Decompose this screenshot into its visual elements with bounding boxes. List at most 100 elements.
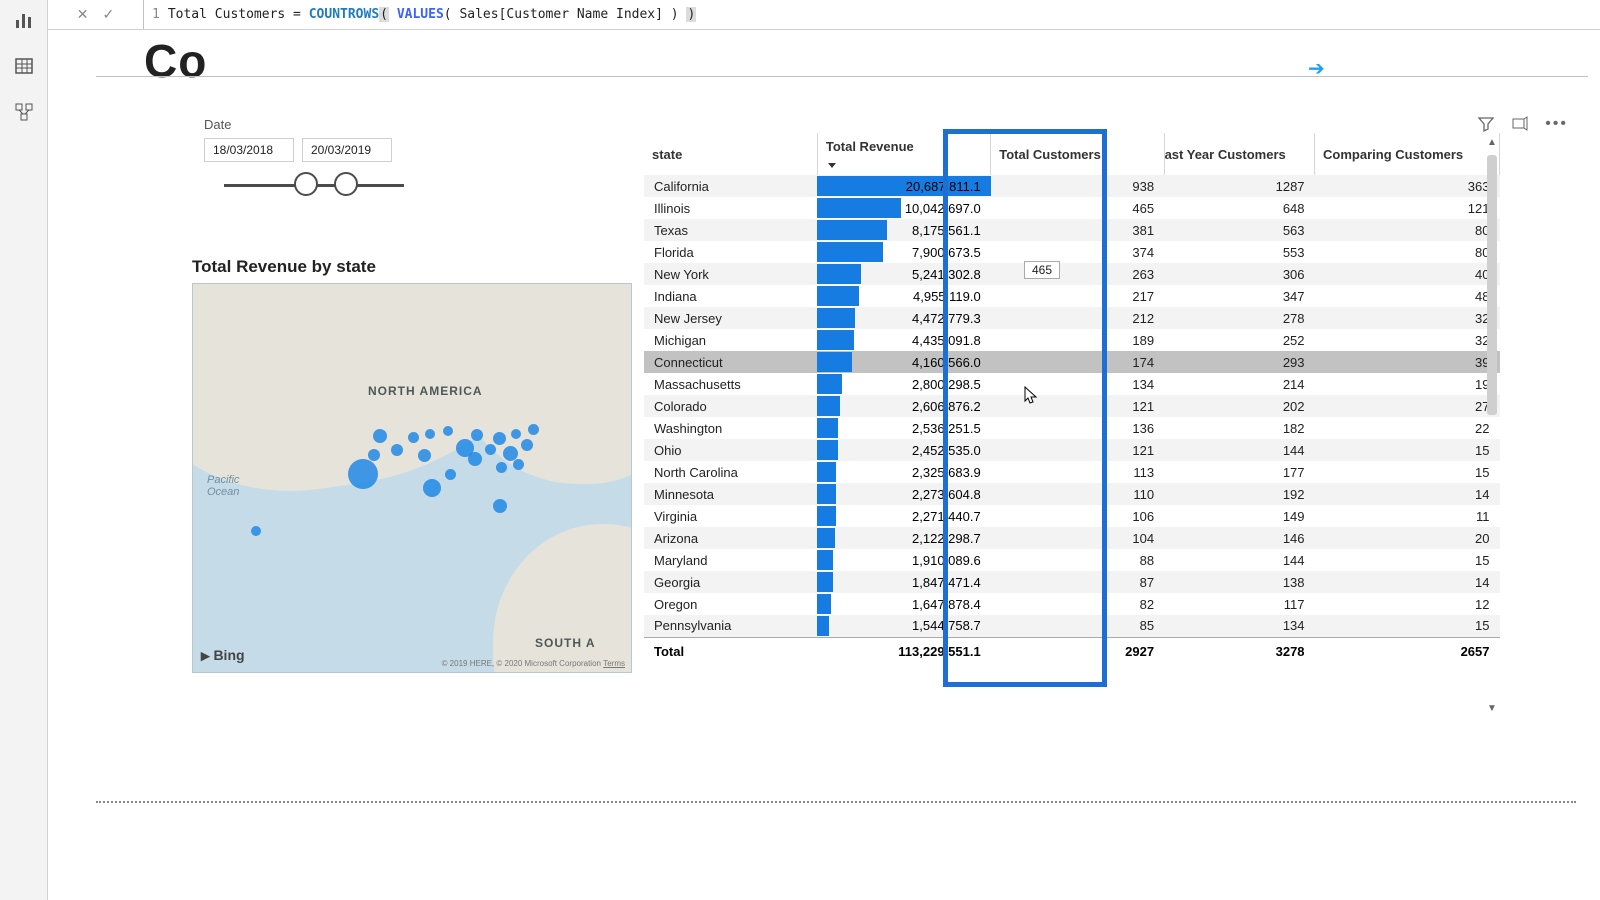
total-comparing: 2657 [1315,637,1500,665]
cell-revenue: 5,241,302.8 [817,263,990,285]
focus-mode-icon[interactable] [1511,115,1529,138]
cell-comparing: 363 [1315,175,1500,197]
col-header-last-year[interactable]: ast Year Customers [1164,133,1314,175]
date-to-input[interactable] [302,138,392,162]
table-row[interactable]: Colorado2,606,876.212120227 [644,395,1500,417]
cell-revenue: 2,800,298.5 [817,373,990,395]
cell-revenue: 1,647,878.4 [817,593,990,615]
table-row[interactable]: Georgia1,847,471.48713814 [644,571,1500,593]
cell-customers: 104 [991,527,1164,549]
cell-customers: 938 [991,175,1164,197]
cell-customers: 121 [991,439,1164,461]
cell-state: Connecticut [644,351,817,373]
cell-state: Maryland [644,549,817,571]
map-ocean-label: PacificOcean [207,474,239,498]
table-row[interactable]: California20,687,811.19381287363 [644,175,1500,197]
table-row[interactable]: Arizona2,122,298.710414620 [644,527,1500,549]
cell-revenue: 20,687,811.1 [817,175,990,197]
cell-customers: 212 [991,307,1164,329]
cell-last-year: 553 [1164,241,1314,263]
cell-comparing: 19 [1315,373,1500,395]
col-header-customers[interactable]: Total Customers [991,133,1164,175]
cell-comparing: 14 [1315,483,1500,505]
col-header-revenue[interactable]: Total Revenue [817,133,990,175]
data-view-icon[interactable] [10,52,38,80]
table-row[interactable]: Illinois10,042,697.0465648121 [644,197,1500,219]
table-row[interactable]: Indiana4,955,119.021734748 [644,285,1500,307]
page-divider [96,801,1576,803]
cell-state: Minnesota [644,483,817,505]
bing-logo: ▸ Bing [201,646,245,666]
scroll-down-icon[interactable]: ▼ [1486,703,1498,715]
table-row[interactable]: New Jersey4,472,779.321227832 [644,307,1500,329]
table-row[interactable]: North Carolina2,325,683.911317715 [644,461,1500,483]
slider-from-knob[interactable] [294,172,318,196]
col-header-state[interactable]: state [644,133,817,175]
cell-last-year: 347 [1164,285,1314,307]
cell-last-year: 563 [1164,219,1314,241]
formula-commit-button[interactable]: ✓ [103,6,115,23]
table-row[interactable]: Oregon1,647,878.48211712 [644,593,1500,615]
cell-last-year: 182 [1164,417,1314,439]
cell-comparing: 14 [1315,571,1500,593]
map-visual[interactable]: NORTH AMERICA SOUTH A PacificOcean [192,283,632,673]
table-row[interactable]: Texas8,175,561.138156380 [644,219,1500,241]
cell-state: Massachusetts [644,373,817,395]
table-row[interactable]: Massachusetts2,800,298.513421419 [644,373,1500,395]
table-row[interactable]: Virginia2,271,440.710614911 [644,505,1500,527]
table-scrollbar[interactable]: ▲ ▼ [1484,135,1500,717]
cell-last-year: 138 [1164,571,1314,593]
cell-state: Virginia [644,505,817,527]
table-row[interactable]: Maryland1,910,089.68814415 [644,549,1500,571]
more-options-icon[interactable]: ••• [1545,115,1568,138]
table-row[interactable]: Pennsylvania1,544,758.78513415 [644,615,1500,637]
cell-state: Indiana [644,285,817,307]
table-row[interactable]: Connecticut4,160,566.017429339 [644,351,1500,373]
map-continent-label-2: SOUTH A [535,636,596,650]
table-visual[interactable]: state Total Revenue Total Customers ast … [644,133,1500,717]
formula-cancel-button[interactable]: ✕ [77,6,89,23]
cell-state: Michigan [644,329,817,351]
cell-revenue: 2,273,604.8 [817,483,990,505]
total-last-year: 3278 [1164,637,1314,665]
cell-state: Georgia [644,571,817,593]
table-row[interactable]: Michigan4,435,091.818925232 [644,329,1500,351]
cell-comparing: 80 [1315,241,1500,263]
date-range-slider[interactable] [224,172,404,198]
cell-comparing: 121 [1315,197,1500,219]
model-view-icon[interactable] [10,98,38,126]
cell-state: California [644,175,817,197]
cell-comparing: 20 [1315,527,1500,549]
table-row[interactable]: Florida7,900,673.537455380 [644,241,1500,263]
table-row[interactable]: Washington2,536,251.513618222 [644,417,1500,439]
formula-editor[interactable]: 1 Total Customers = COUNTROWS( VALUES( S… [144,7,696,22]
table-row[interactable]: New York5,241,302.826330640 [644,263,1500,285]
col-header-comparing[interactable]: Comparing Customers [1315,133,1500,175]
cell-state: New Jersey [644,307,817,329]
cell-state: Pennsylvania [644,615,817,637]
cell-state: Illinois [644,197,817,219]
cell-state: Washington [644,417,817,439]
map-title: Total Revenue by state [192,257,642,277]
cell-revenue: 4,435,091.8 [817,329,990,351]
report-view-icon[interactable] [10,6,38,34]
cell-revenue: 2,606,876.2 [817,395,990,417]
cell-comparing: 22 [1315,417,1500,439]
table-row[interactable]: Minnesota2,273,604.811019214 [644,483,1500,505]
map-terms-link[interactable]: Terms [603,659,625,668]
cell-customers: 110 [991,483,1164,505]
date-from-input[interactable] [204,138,294,162]
cell-customers: 263 [991,263,1164,285]
cell-revenue: 2,122,298.7 [817,527,990,549]
table-row[interactable]: Ohio2,452,535.012114415 [644,439,1500,461]
scrollbar-thumb[interactable] [1487,155,1497,415]
scroll-up-icon[interactable]: ▲ [1486,137,1498,149]
cell-revenue: 4,955,119.0 [817,285,990,307]
slider-to-knob[interactable] [334,172,358,196]
cell-customers: 121 [991,395,1164,417]
cell-comparing: 15 [1315,461,1500,483]
cell-customers: 465 [991,197,1164,219]
total-revenue: 113,229,551.1 [817,637,990,665]
total-customers: 2927 [991,637,1164,665]
cell-customers: 189 [991,329,1164,351]
